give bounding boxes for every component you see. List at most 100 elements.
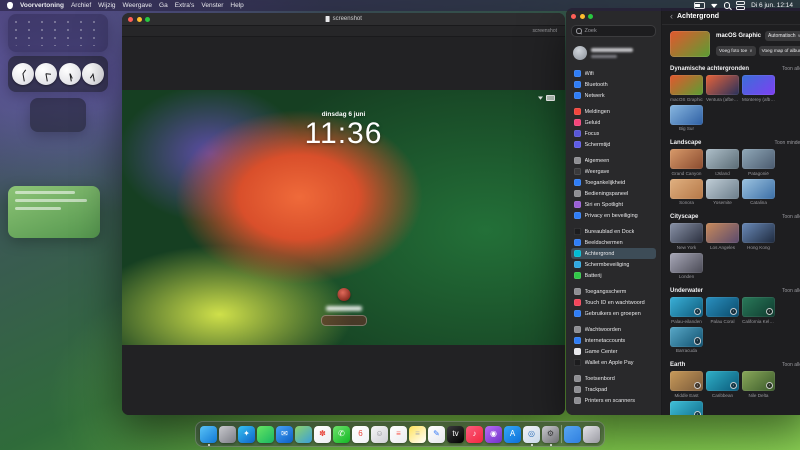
notes-widget[interactable] [8,186,100,238]
wallpaper-image[interactable] [670,104,703,125]
sidebar-item[interactable]: Touch ID en wachtwoord [571,297,656,308]
wallpaper-thumbnail[interactable]: Patagonië [742,149,775,176]
wallpaper-image[interactable] [742,149,775,169]
wallpaper-thumbnail[interactable]: ↓ Caribbean [706,371,739,398]
control-center-icon[interactable] [736,1,746,10]
sidebar-item[interactable]: Bedieningspaneel [571,188,656,199]
wallpaper-thumbnail[interactable]: Big Sur [670,104,703,131]
show-all-link[interactable]: Toon minder [774,140,800,146]
download-icon[interactable]: ↓ [729,381,737,389]
back-chevron-icon[interactable]: ‹ [670,11,673,21]
wallpaper-thumbnail[interactable]: ↓ Middle East [670,371,703,398]
wallpaper-image[interactable]: ↓ [742,297,775,317]
wifi-icon[interactable] [710,3,718,8]
wallpaper-image[interactable]: ↓ [670,400,703,415]
sidebar-item[interactable]: Toegankelijkheid [571,177,656,188]
wallpaper-thumbnail[interactable]: ↓ Barracuda [670,326,703,353]
sidebar-item[interactable]: Netwerk [571,90,656,101]
menu-bar-clock[interactable]: Di 6 jun. 12:14 [751,2,793,9]
wallpaper-image[interactable] [742,75,775,95]
dock-app[interactable]: ◎ [523,425,540,446]
download-icon[interactable]: ↓ [693,411,701,415]
wallpaper-thumbnail[interactable]: ↓ Nile Delta [742,371,775,398]
spotlight-search-icon[interactable] [723,2,731,9]
download-icon[interactable]: ↓ [765,381,773,389]
sidebar-item[interactable]: Bluetooth [571,79,656,90]
add-folder-button[interactable]: Voeg map of album toe ∨ [758,46,800,56]
dock-app[interactable]: ≡ [390,425,407,443]
wallpaper-thumbnail[interactable]: Londen [670,252,703,279]
wallpaper-image[interactable]: ↓ [670,326,703,347]
sidebar-item[interactable]: Wifi [571,68,656,79]
wallpaper-image[interactable]: ↓ [670,371,703,391]
zoom-button[interactable] [145,16,150,22]
wallpaper-image[interactable] [742,178,775,199]
dock-app[interactable] [257,425,274,443]
search-input[interactable]: Zoek [571,25,656,37]
calendar-widget[interactable] [8,14,108,52]
sidebar-item[interactable]: Siri en Spotlight [571,199,656,210]
apple-id-profile[interactable] [573,46,654,60]
dock-app[interactable]: tv [447,425,464,443]
wallpaper-thumbnail[interactable]: Monterey (afbeelding) [742,75,775,102]
dock-app[interactable] [219,425,236,443]
sidebar-item[interactable]: Focus [571,128,656,139]
show-all-link[interactable]: Toon alle [782,214,800,220]
wallpaper-thumbnail[interactable]: macOS Graphic [670,75,703,102]
wallpaper-thumbnail[interactable]: Los Angeles [706,223,739,250]
dock-app[interactable]: ≡ [409,425,426,443]
wallpaper-thumbnail[interactable]: New York [670,223,703,250]
show-all-link[interactable]: Toon alle [782,362,800,368]
wallpaper-image[interactable] [670,252,703,273]
sidebar-item[interactable]: Schermbeveiliging [571,259,656,270]
preview-titlebar[interactable]: screenshot [122,13,565,26]
show-all-link[interactable]: Toon alle [782,66,800,72]
wallpaper-image[interactable] [670,75,703,95]
world-clock-widget[interactable] [8,56,108,92]
app-menu[interactable]: Voorvertoning [20,2,64,9]
dock-app[interactable] [561,425,562,443]
sidebar-item[interactable]: Wallet en Apple Pay [571,357,656,368]
dock-app[interactable]: ⚙ [542,425,559,446]
sidebar-item[interactable]: Toetsenbord [571,373,656,384]
dock-app[interactable]: ♪ [466,425,483,443]
wallpaper-thumbnail[interactable]: ↓ Palau-eilanden [670,297,703,324]
download-icon[interactable]: ↓ [765,307,773,315]
dock-app[interactable]: ◉ [485,425,502,443]
menu-item[interactable]: Weergave [123,2,153,9]
show-all-link[interactable]: Toon alle [782,288,800,294]
sidebar-item[interactable]: Weergave [571,166,656,177]
sidebar-item[interactable]: Beeldschermen [571,237,656,248]
minimize-button[interactable] [136,16,142,22]
download-icon[interactable]: ↓ [693,307,701,315]
wallpaper-thumbnail[interactable]: Sonora [670,178,703,205]
menu-item[interactable]: Help [230,2,243,9]
dock-app[interactable] [564,425,581,443]
wallpaper-thumbnail[interactable]: ↓ Caribbean Day [670,400,703,415]
wallpaper-image[interactable]: ↓ [706,371,739,391]
download-icon[interactable]: ↓ [729,307,737,315]
wallpaper-thumbnail[interactable]: Catalina [742,178,775,205]
menu-item[interactable]: Ga [159,2,168,9]
sidebar-item[interactable]: Bureaublad en Dock [571,226,656,237]
dock-app[interactable]: ☺ [371,425,388,443]
wallpaper-thumbnail[interactable]: Grand Canyon [670,149,703,176]
sidebar-item[interactable]: Algemeen [571,155,656,166]
menu-item[interactable]: Extra's [175,2,195,9]
dock-app[interactable]: A [504,425,521,443]
wallpaper-image[interactable] [706,223,739,243]
wallpaper-thumbnail[interactable]: ↓ Palau Coral [706,297,739,324]
wallpaper-image[interactable] [706,75,739,95]
dock-app[interactable] [295,425,312,443]
add-photo-button[interactable]: Voeg foto toe ∨ [716,46,756,56]
sidebar-item[interactable]: Batterij [571,270,656,281]
dock-app[interactable]: ✉ [276,425,293,443]
sidebar-item[interactable]: Privacy en beveiliging [571,210,656,221]
dock-app[interactable] [200,425,217,446]
wallpaper-image[interactable] [706,178,739,199]
sidebar-item[interactable]: Printers en scanners [571,395,656,406]
wallpaper-image[interactable] [742,223,775,243]
wallpaper-image[interactable]: ↓ [670,297,703,317]
minimize-button[interactable] [579,14,585,19]
zoom-button[interactable] [588,14,593,19]
